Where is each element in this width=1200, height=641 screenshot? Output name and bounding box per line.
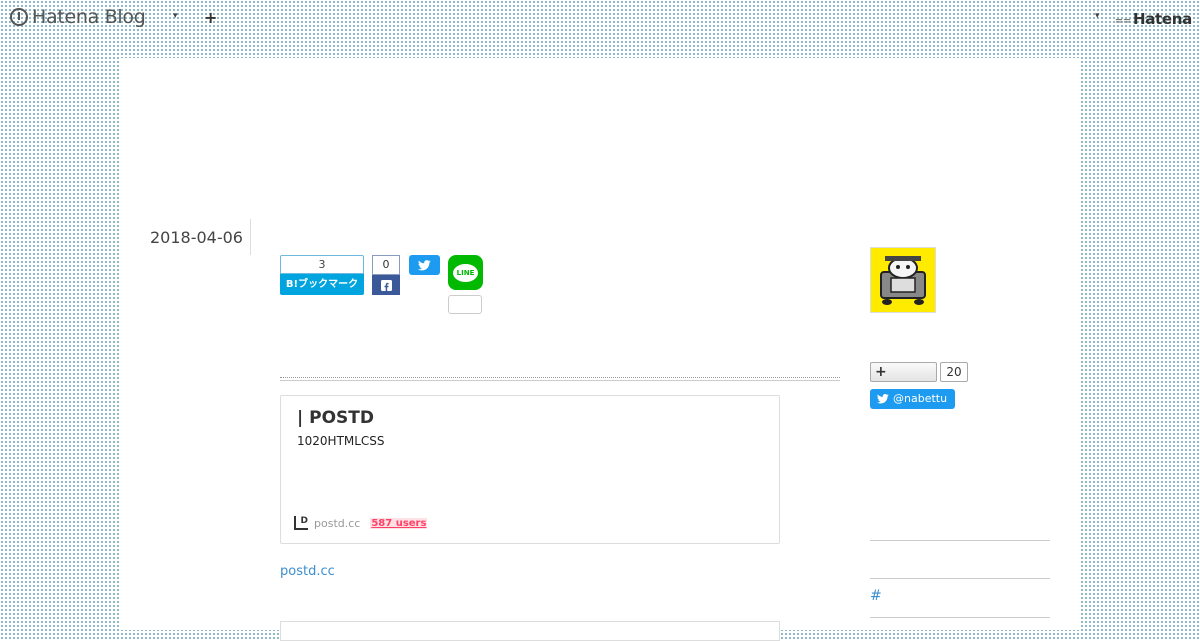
new-post-plus-icon[interactable]: +: [204, 8, 217, 27]
entry-date[interactable]: 2018-04-06: [150, 228, 243, 247]
line-share-button[interactable]: LINE: [448, 255, 483, 290]
embed-domain[interactable]: postd.cc: [314, 517, 360, 530]
sidebar-hash-link[interactable]: #: [870, 588, 882, 604]
twitter-bird-icon: [877, 394, 889, 404]
hatena-brand-label: Hatena: [1132, 10, 1192, 28]
embed-description: 1020HTMLCSS: [297, 434, 385, 448]
author-avatar[interactable]: [870, 247, 936, 313]
hatena-bookmark-label: B!ブックマーク: [280, 274, 364, 295]
blog-main-container: [120, 58, 1080, 630]
hatena-bookmark-count: 3: [280, 255, 364, 274]
hatena-lines-icon: ==: [1114, 16, 1131, 27]
bookmark-users-badge[interactable]: 587 users: [370, 517, 428, 529]
hatena-brand-link[interactable]: == Hatena: [1114, 10, 1193, 28]
facebook-share-count: 0: [372, 255, 400, 275]
date-divider: [250, 219, 251, 255]
embed-title[interactable]: | POSTD: [297, 408, 374, 428]
follower-count: 20: [940, 362, 968, 382]
twitter-follow-button[interactable]: @nabettu: [870, 389, 955, 409]
hatena-bookmark-button[interactable]: 3 B!ブックマーク: [280, 255, 364, 295]
sidebar-divider: [870, 617, 1050, 618]
content-divider: [280, 377, 840, 381]
postd-favicon-icon: D: [294, 516, 308, 530]
account-caret-icon[interactable]: ▾: [1095, 11, 1100, 21]
line-icon: LINE: [453, 263, 478, 282]
logo-text: Hatena Blog: [32, 6, 146, 28]
source-link[interactable]: postd.cc: [280, 564, 335, 579]
hatena-topbar: Hatena Blog ▾ + ▾ == Hatena: [0, 0, 1200, 36]
twitter-bird-icon: [418, 259, 431, 270]
sidebar-divider: [870, 540, 1050, 541]
menu-caret-icon[interactable]: ▾: [173, 11, 178, 21]
facebook-share-button[interactable]: 0: [372, 255, 400, 295]
twitter-handle: @nabettu: [893, 392, 948, 405]
facebook-icon: [372, 275, 400, 295]
hatena-logo-icon: [10, 8, 28, 26]
embed-card[interactable]: | POSTD 1020HTMLCSS D postd.cc 587 users: [280, 395, 780, 544]
hatena-blog-logo[interactable]: Hatena Blog: [10, 6, 146, 28]
embed-card-2[interactable]: [280, 621, 780, 641]
sidebar-divider: [870, 578, 1050, 579]
embed-footer: D postd.cc 587 users: [294, 516, 428, 530]
line-share-count: [448, 295, 482, 314]
follow-button[interactable]: +: [870, 362, 937, 382]
twitter-share-button[interactable]: [409, 255, 440, 275]
